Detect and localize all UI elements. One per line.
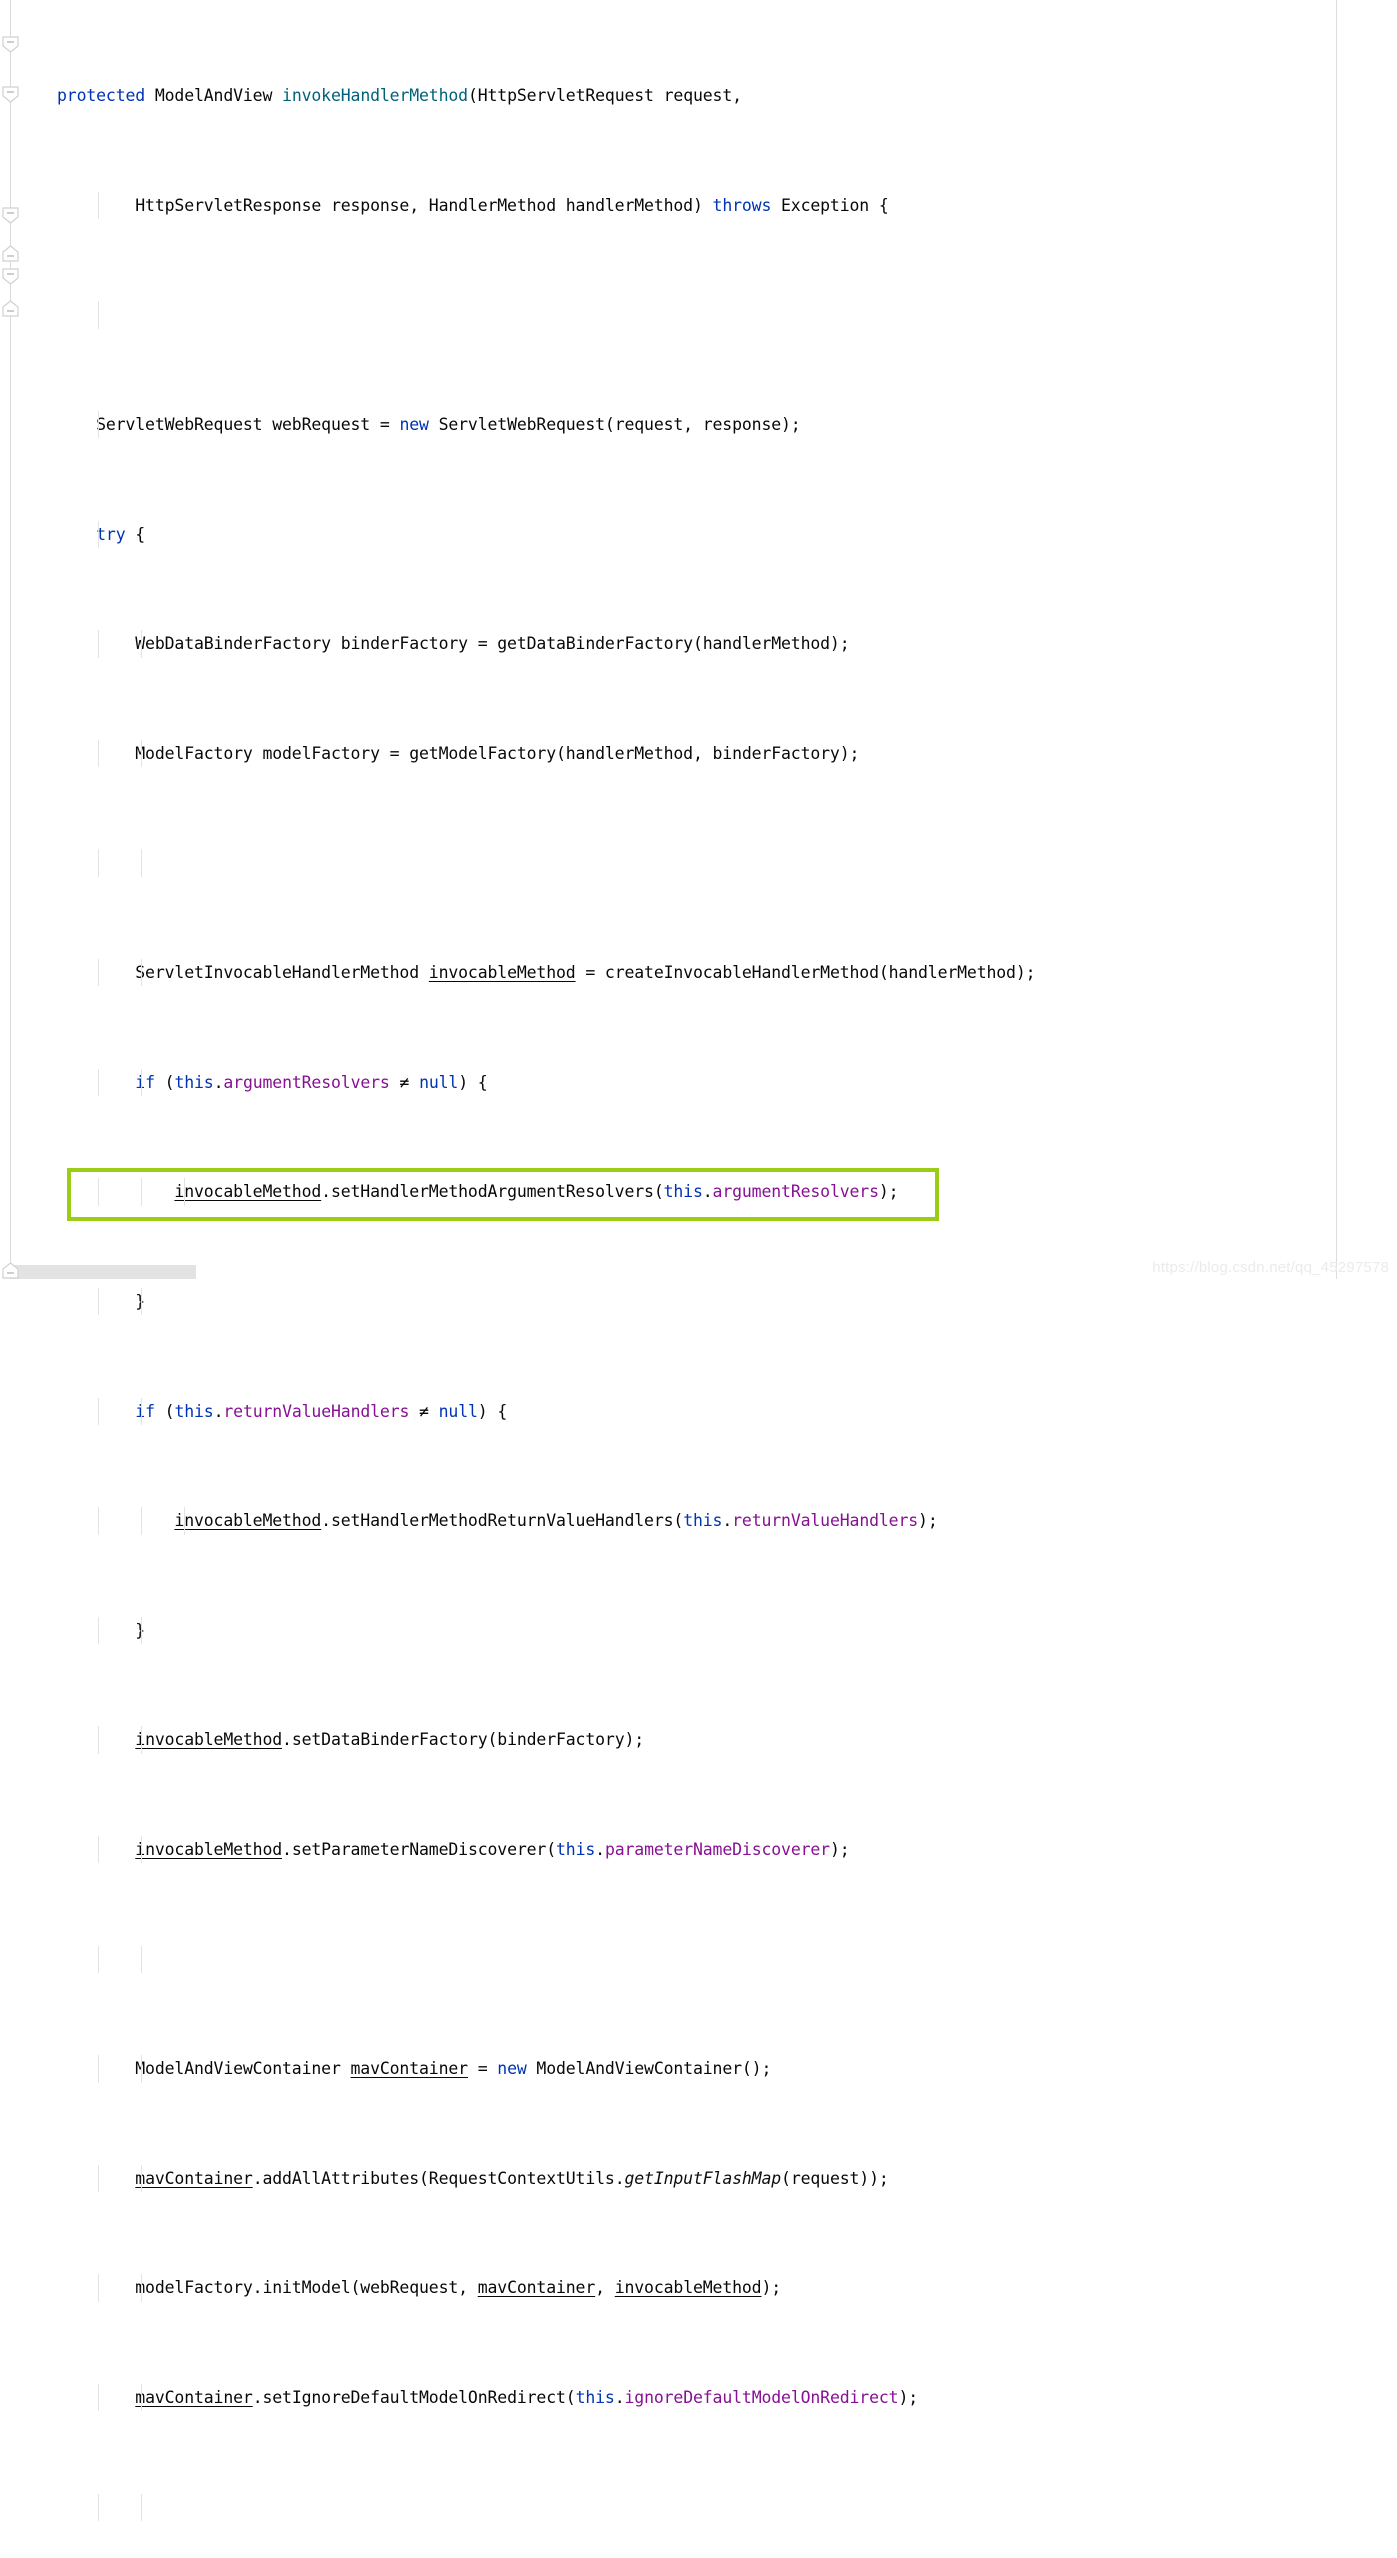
code-line[interactable]: WebDataBinderFactory binderFactory = get…	[0, 630, 1397, 658]
code-line[interactable]: HttpServletResponse response, HandlerMet…	[0, 191, 1397, 220]
code-line[interactable]: ServletWebRequest webRequest = new Servl…	[0, 411, 1397, 439]
code-line[interactable]	[0, 849, 1397, 877]
fold-marker-collapse-icon[interactable]	[2, 36, 19, 53]
code-line[interactable]: invocableMethod.setDataBinderFactory(bin…	[0, 1726, 1397, 1754]
code-line[interactable]: invocableMethod.setHandlerMethodArgument…	[0, 1178, 1397, 1206]
code-line[interactable]: ModelFactory modelFactory = getModelFact…	[0, 739, 1397, 768]
code-line[interactable]	[0, 2493, 1397, 2522]
code-line[interactable]: invocableMethod.setParameterNameDiscover…	[0, 1835, 1397, 1864]
fold-marker-collapse-icon[interactable]	[2, 268, 19, 285]
code-line[interactable]: ModelAndViewContainer mavContainer = new…	[0, 2055, 1397, 2083]
code-line[interactable]	[0, 301, 1397, 329]
code-line[interactable]: if (this.returnValueHandlers ≠ null) {	[0, 1397, 1397, 1425]
fold-marker-expand-icon[interactable]	[2, 245, 19, 262]
code-line[interactable]	[0, 1945, 1397, 1973]
code-line[interactable]: try {	[0, 520, 1397, 549]
code-line[interactable]: modelFactory.initModel(webRequest, mavCo…	[0, 2274, 1397, 2302]
code-line[interactable]: }	[0, 1287, 1397, 1316]
code-editor[interactable]: protected ModelAndView invokeHandlerMeth…	[0, 0, 1397, 2522]
code-line[interactable]: protected ModelAndView invokeHandlerMeth…	[0, 82, 1397, 109]
code-line[interactable]: if (this.argumentResolvers ≠ null) {	[0, 1068, 1397, 1097]
code-line[interactable]: mavContainer.setIgnoreDefaultModelOnRedi…	[0, 2384, 1397, 2412]
code-line[interactable]: invocableMethod.setHandlerMethodReturnVa…	[0, 1507, 1397, 1535]
code-line[interactable]: mavContainer.addAllAttributes(RequestCon…	[0, 2164, 1397, 2193]
code-line[interactable]: ServletInvocableHandlerMethod invocableM…	[0, 959, 1397, 987]
code-text-area[interactable]: protected ModelAndView invokeHandlerMeth…	[0, 0, 1397, 2522]
fold-marker-expand-icon[interactable]	[2, 300, 19, 317]
code-line[interactable]: }	[0, 1616, 1397, 1645]
fold-marker-collapse-icon[interactable]	[2, 86, 19, 103]
watermark-text: https://blog.csdn.net/qq_45297578	[1152, 1259, 1389, 1276]
fold-marker-expand-icon[interactable]	[2, 1262, 19, 1279]
fold-marker-collapse-icon[interactable]	[2, 207, 19, 224]
brace-match-highlight	[11, 1265, 196, 1279]
